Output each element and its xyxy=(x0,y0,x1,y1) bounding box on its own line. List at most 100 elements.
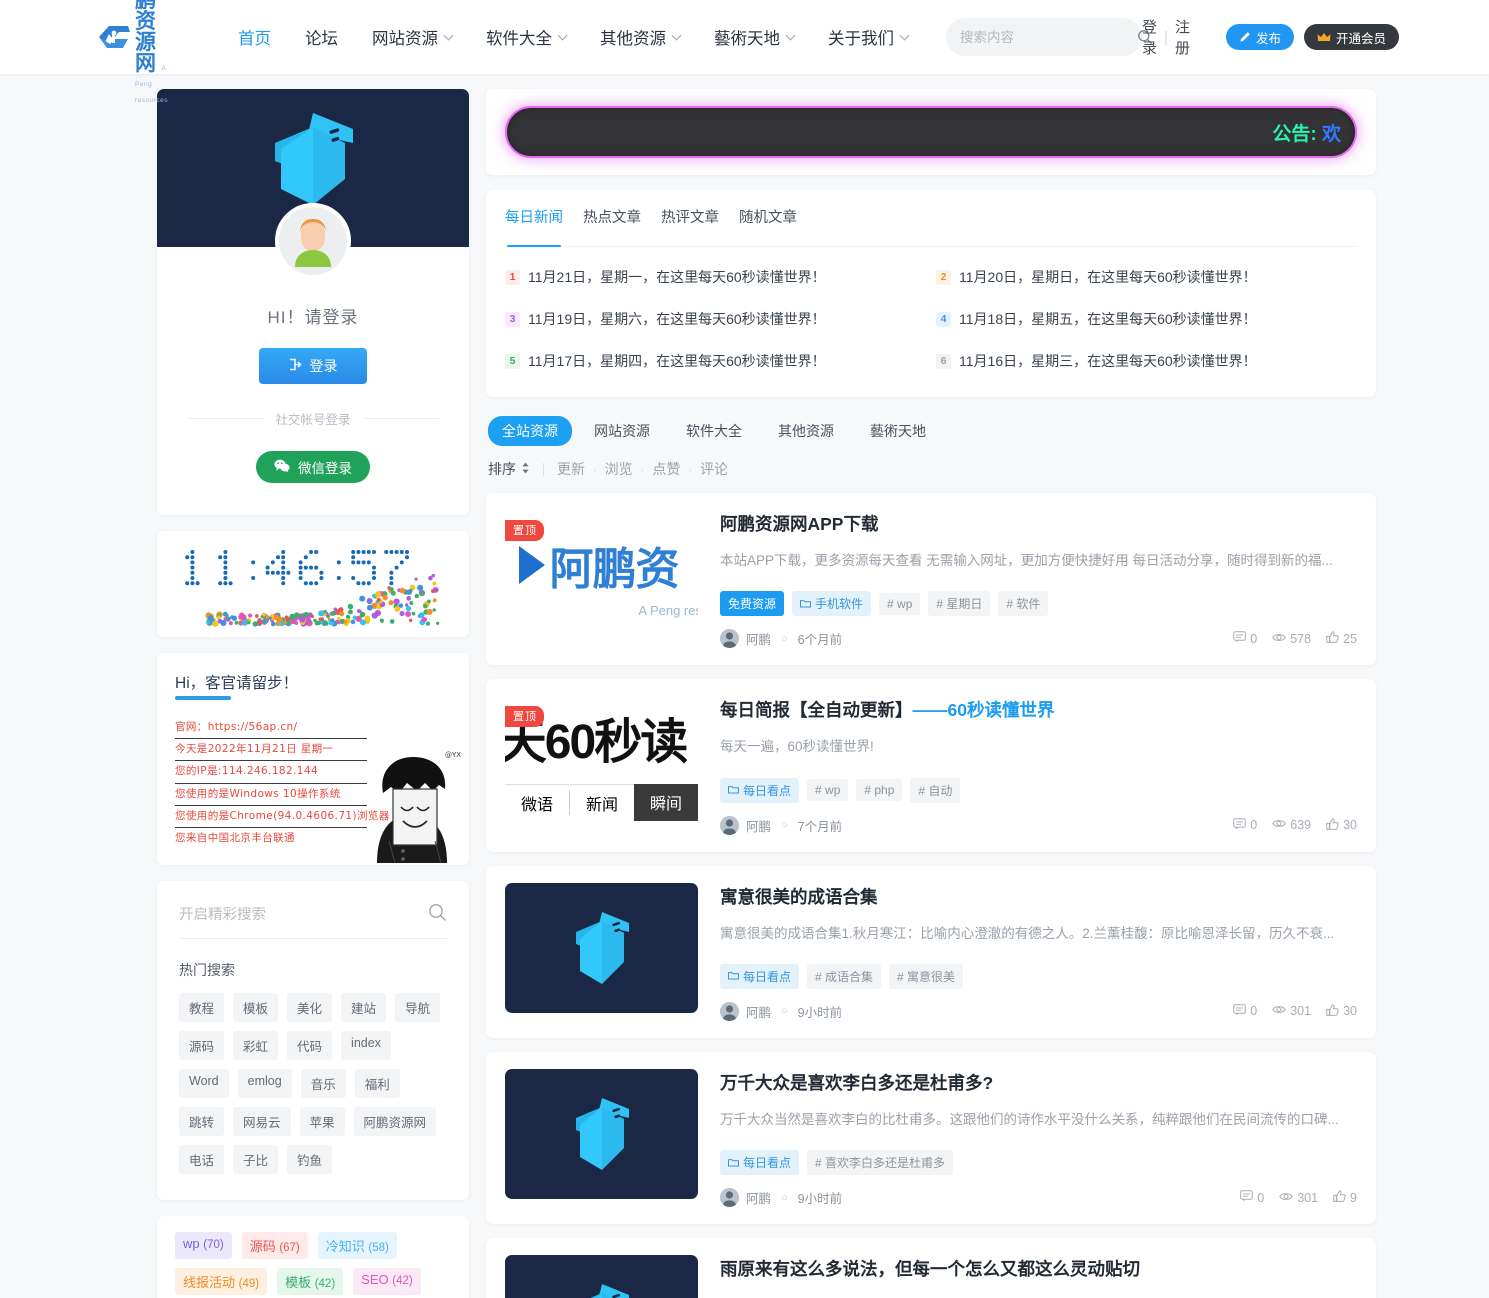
post-author[interactable]: 阿鹏 ○ 9小时前 xyxy=(720,1001,842,1021)
post-title[interactable]: 雨原来有这么多说法，但每一个怎么又都这么灵动贴切 xyxy=(720,1259,1357,1280)
post-tag[interactable]: # wp xyxy=(879,592,921,615)
sort-label[interactable]: 排序 xyxy=(488,459,530,479)
vip-button[interactable]: 开通会员 xyxy=(1303,24,1399,50)
search-icon[interactable] xyxy=(428,903,447,927)
hot-search-tag[interactable]: 导航 xyxy=(395,993,441,1023)
post-author[interactable]: 阿鹏 ○ 9小时前 xyxy=(720,1188,842,1207)
nav-item-5[interactable]: 藝術天地 xyxy=(714,25,796,49)
news-tab-0[interactable]: 每日新闻 xyxy=(505,206,563,247)
post-tag[interactable]: 每日看点 xyxy=(720,1150,800,1175)
sort-option-0[interactable]: 更新 xyxy=(557,461,585,477)
tag-cloud-item[interactable]: SEO (42) xyxy=(353,1268,421,1296)
hot-search-tag[interactable]: 子比 xyxy=(233,1145,279,1175)
news-list-item[interactable]: 6 11月16日，星期三，在这里每天60秒读懂世界！ xyxy=(936,345,1357,377)
tag-cloud-item[interactable]: 源码 (67) xyxy=(241,1232,308,1260)
news-tab-3[interactable]: 随机文章 xyxy=(739,206,797,236)
nav-item-0[interactable]: 首页 xyxy=(238,25,271,49)
post-tag[interactable]: # wp xyxy=(807,779,849,801)
sort-option-2[interactable]: 点赞 xyxy=(652,461,680,477)
hot-search-tag[interactable]: 模板 xyxy=(233,993,279,1023)
post-author[interactable]: 阿鹏 ○ 7个月前 xyxy=(720,815,842,835)
nav-item-3[interactable]: 软件大全 xyxy=(486,25,568,49)
hot-search-tag[interactable]: 彩虹 xyxy=(233,1031,279,1061)
post-tag[interactable]: # php xyxy=(856,779,903,801)
news-list-item[interactable]: 5 11月17日，星期四，在这里每天60秒读懂世界！ xyxy=(505,345,926,377)
announcement-bar[interactable]: 公告: 欢 xyxy=(505,106,1357,158)
hot-search-tag[interactable]: 源码 xyxy=(179,1031,225,1061)
post-title[interactable]: 寓意很美的成语合集 xyxy=(720,887,1357,908)
hot-search-tag[interactable]: 教程 xyxy=(179,993,225,1023)
hot-search-tag[interactable]: 福利 xyxy=(354,1069,400,1099)
hot-search-tag[interactable]: 电话 xyxy=(179,1145,225,1175)
hot-search-tag[interactable]: Word xyxy=(179,1069,229,1099)
hot-search-tag[interactable]: 音乐 xyxy=(300,1069,346,1099)
post-tag[interactable]: 免费资源 xyxy=(720,591,785,617)
hot-search-tag[interactable]: 苹果 xyxy=(299,1107,345,1137)
sidebar-search-input[interactable] xyxy=(179,907,428,924)
login-button[interactable]: 登录 xyxy=(259,348,367,384)
wechat-login-button[interactable]: 微信登录 xyxy=(256,451,370,483)
hot-search-tag[interactable]: 阿鹏资源网 xyxy=(353,1107,437,1137)
header-search[interactable] xyxy=(946,18,1153,56)
post-tag[interactable]: # 软件 xyxy=(998,591,1049,617)
post-tag[interactable]: # 成语合集 xyxy=(807,963,882,989)
tag-cloud-item[interactable]: wp (70) xyxy=(175,1232,232,1260)
filter-chip-4[interactable]: 藝術天地 xyxy=(856,416,940,446)
filter-chip-2[interactable]: 软件大全 xyxy=(672,416,756,446)
post-thumbnail[interactable] xyxy=(505,1255,698,1298)
filter-chip-3[interactable]: 其他资源 xyxy=(764,416,848,446)
post-tag[interactable]: # 自动 xyxy=(910,777,961,803)
post-tag[interactable]: # 寓意很美 xyxy=(889,963,964,989)
news-list-item[interactable]: 1 11月21日，星期一，在这里每天60秒读懂世界！ xyxy=(505,261,926,293)
news-list-item[interactable]: 4 11月18日，星期五，在这里每天60秒读懂世界！ xyxy=(936,303,1357,335)
post-title[interactable]: 万千大众是喜欢李白多还是杜甫多? xyxy=(720,1073,1357,1094)
site-logo[interactable]: 阿鹏资源网 A Peng resources xyxy=(97,0,173,106)
post-thumbnail[interactable]: 置顶 天60秒读 微语 新闻 瞬间 xyxy=(505,696,698,827)
default-user-avatar-icon[interactable] xyxy=(275,203,351,279)
post-card[interactable]: 置顶 天60秒读 微语 新闻 瞬间 每日简报【全自动更新】——60秒读懂世界 每天一遍，60… xyxy=(486,679,1376,852)
hot-search-tag[interactable]: 美化 xyxy=(287,993,333,1023)
post-card[interactable]: 雨原来有这么多说法，但每一个怎么又都这么灵动贴切雨原来有这么多说法，但每一个怎么… xyxy=(486,1238,1376,1298)
post-thumbnail[interactable]: 置顶 阿鹏资 A Peng res xyxy=(505,510,698,640)
news-list-item[interactable]: 3 11月19日，星期六，在这里每天60秒读懂世界！ xyxy=(505,303,926,335)
post-thumbnail[interactable] xyxy=(505,882,698,1013)
post-tag[interactable]: 每日看点 xyxy=(720,777,800,803)
news-tab-2[interactable]: 热评文章 xyxy=(661,206,719,236)
post-author[interactable]: 阿鹏 ○ 6个月前 xyxy=(720,629,842,649)
hot-search-tag[interactable]: 钓鱼 xyxy=(287,1145,333,1175)
nav-item-4[interactable]: 其他资源 xyxy=(600,25,682,49)
post-card[interactable]: 置顶 阿鹏资 A Peng res 阿鹏资源网APP下载 本站APP下载，更多资源每天查… xyxy=(486,493,1376,666)
nav-item-6[interactable]: 关于我们 xyxy=(828,25,910,49)
post-tag[interactable]: # 星期日 xyxy=(928,591,991,617)
post-tag[interactable]: # 喜欢李白多还是杜甫多 xyxy=(807,1150,954,1175)
tag-cloud-item[interactable]: 线报活动 (49) xyxy=(175,1268,268,1296)
post-thumbnail[interactable] xyxy=(505,1068,698,1199)
hot-search-tag[interactable]: 网易云 xyxy=(233,1107,291,1137)
post-card[interactable]: 万千大众是喜欢李白多还是杜甫多? 万千大众当然是喜欢李白的比杜甫多。这跟他们的诗作… xyxy=(486,1051,1376,1224)
filter-chip-0[interactable]: 全站资源 xyxy=(488,416,572,446)
hot-search-tag[interactable]: emlog xyxy=(237,1069,292,1099)
sort-updown-icon[interactable] xyxy=(521,461,530,477)
nav-item-1[interactable]: 论坛 xyxy=(305,25,338,49)
sort-option-1[interactable]: 浏览 xyxy=(605,461,633,477)
post-title[interactable]: 每日简报【全自动更新】——60秒读懂世界 xyxy=(720,700,1357,721)
filter-chip-1[interactable]: 网站资源 xyxy=(580,416,664,446)
post-card[interactable]: 寓意很美的成语合集 寓意很美的成语合集1.秋月寒江：比喻内心澄澈的有德之人。2.兰… xyxy=(486,865,1376,1038)
register-link[interactable]: 注册 xyxy=(1175,16,1190,58)
news-list-item[interactable]: 2 11月20日，星期日，在这里每天60秒读懂世界！ xyxy=(936,261,1357,293)
publish-button[interactable]: 发布 xyxy=(1225,24,1294,50)
tag-cloud-item[interactable]: 冷知识 (58) xyxy=(317,1232,397,1260)
search-input[interactable] xyxy=(960,29,1138,45)
sort-option-3[interactable]: 评论 xyxy=(700,461,728,477)
hot-search-tag[interactable]: index xyxy=(341,1031,391,1061)
sidebar-search-field[interactable] xyxy=(179,903,447,940)
hot-search-tag[interactable]: 代码 xyxy=(287,1031,333,1061)
news-tab-1[interactable]: 热点文章 xyxy=(583,206,641,236)
tag-cloud-item[interactable]: 模板 (42) xyxy=(277,1268,344,1296)
login-link[interactable]: 登录 xyxy=(1142,16,1157,58)
post-tag[interactable]: 手机软件 xyxy=(792,591,872,617)
hot-search-tag[interactable]: 建站 xyxy=(341,993,387,1023)
hot-search-tag[interactable]: 跳转 xyxy=(179,1107,225,1137)
nav-item-2[interactable]: 网站资源 xyxy=(372,25,454,49)
post-tag[interactable]: 每日看点 xyxy=(720,963,800,989)
